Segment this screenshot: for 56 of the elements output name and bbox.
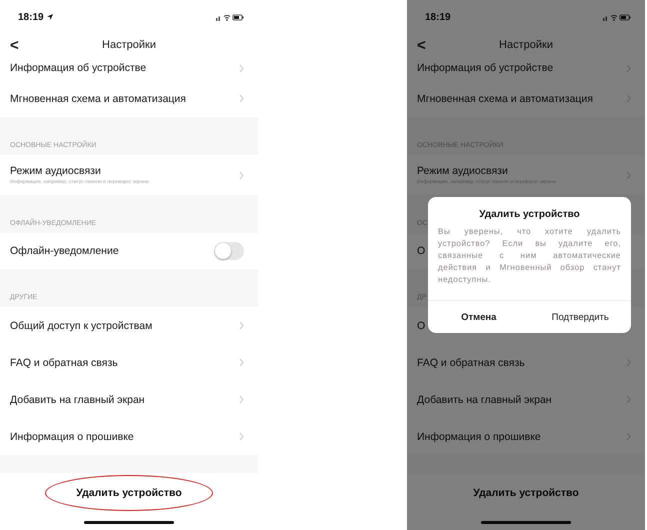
setting-label: Информация о прошивке	[417, 430, 541, 442]
settings-row[interactable]: Информация об устройстве	[0, 56, 258, 80]
settings-row[interactable]: Добавить на главный экран	[0, 381, 258, 418]
back-button[interactable]: <	[417, 36, 426, 54]
chevron-icon	[239, 170, 244, 180]
settings-row[interactable]: Общий доступ к устройствам	[0, 307, 258, 344]
location-icon	[46, 14, 53, 20]
chevron-icon	[239, 64, 244, 72]
setting-label: О	[417, 245, 426, 257]
setting-label: Информация об устройстве	[10, 62, 146, 74]
status-icons	[603, 14, 631, 20]
chevron-icon	[626, 170, 631, 180]
screen-title: Настройки	[499, 39, 553, 51]
setting-label: Режим аудиосвязи	[10, 165, 102, 177]
settings-row[interactable]: Мгновенная схема и автоматизация	[407, 80, 645, 117]
chevron-icon	[626, 395, 631, 404]
settings-row[interactable]: FAQ и обратная связь	[407, 344, 645, 381]
setting-label: FAQ и обратная связь	[417, 356, 525, 368]
back-button[interactable]: <	[10, 36, 19, 54]
setting-label: Мгновенная схема и автоматизация	[417, 92, 593, 104]
screen-title: Настройки	[102, 39, 156, 51]
setting-label: Добавить на главный экран	[417, 394, 552, 406]
chevron-icon	[239, 358, 244, 367]
delete-device-button[interactable]: Удалить устройство	[45, 475, 213, 511]
setting-label: Режим аудиосвязи	[417, 165, 509, 177]
setting-label: Мгновенная схема и автоматизация	[10, 92, 186, 104]
setting-label: Добавить на главный экран	[10, 394, 145, 406]
setting-label: О	[417, 320, 426, 332]
setting-label: Офлайн-уведомление	[10, 245, 119, 257]
chevron-icon	[626, 64, 631, 72]
settings-row[interactable]: Добавить на главный экран	[407, 381, 645, 418]
chevron-icon	[239, 432, 244, 441]
chevron-icon	[239, 395, 244, 404]
settings-row[interactable]: Мгновенная схема и автоматизация	[0, 80, 258, 117]
settings-row[interactable]: Информация о прошивке	[0, 418, 258, 455]
dialog-title: Удалить устройство	[478, 209, 581, 220]
settings-row[interactable]: FAQ и обратная связь	[0, 344, 258, 381]
cancel-button[interactable]: Отмена	[428, 301, 530, 333]
setting-label: Общий доступ к устройствам	[10, 320, 152, 332]
settings-row[interactable]: Информация о прошивке	[407, 418, 645, 455]
chevron-icon	[626, 432, 631, 441]
setting-label: FAQ и обратная связь	[10, 356, 118, 368]
chevron-icon	[626, 94, 631, 103]
confirm-button[interactable]: Подтвердить	[530, 301, 631, 333]
chevron-icon	[239, 321, 244, 330]
dialog-message: Вы уверены, что хотите удалить устройство? Если вы удалите его, связанные с ним автоматические действия и Мгновенный обзор станут недоступны.	[437, 226, 622, 286]
status-time: 18:19	[425, 12, 451, 22]
delete-device-button[interactable]: Удалить устройство	[473, 487, 579, 499]
chevron-icon	[239, 94, 244, 103]
settings-row[interactable]: Информация об устройстве	[407, 56, 645, 80]
setting-label: Информация о прошивке	[10, 430, 134, 442]
status-icons	[216, 14, 244, 20]
toggle-switch[interactable]	[214, 242, 244, 260]
status-time: 18:19	[18, 12, 44, 22]
setting-label: Информация об устройстве	[417, 62, 554, 74]
chevron-icon	[626, 358, 631, 367]
